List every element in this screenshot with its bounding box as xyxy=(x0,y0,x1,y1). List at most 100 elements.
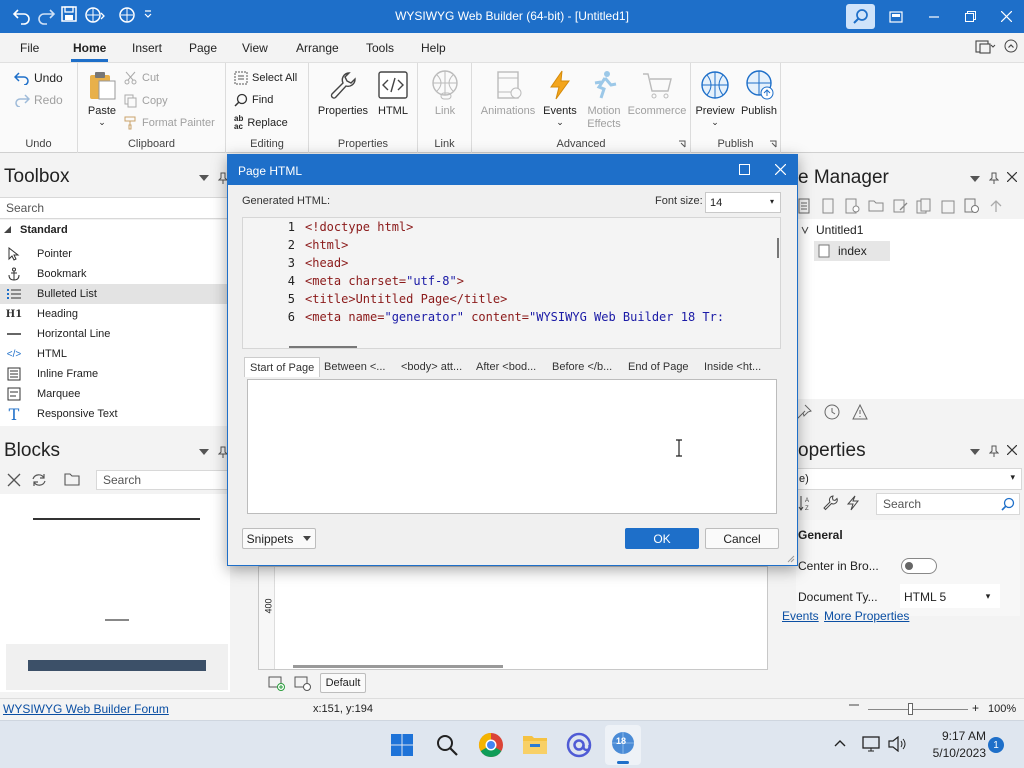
taskbar-search-icon[interactable] xyxy=(435,733,459,757)
breakpoint-settings-icon[interactable] xyxy=(294,675,312,691)
properties-menu-icon[interactable] xyxy=(970,449,980,455)
site-manager-menu-icon[interactable] xyxy=(970,176,980,182)
document-type-dropdown-icon[interactable]: ▾ xyxy=(976,584,1000,608)
center-in-browser-toggle[interactable] xyxy=(901,558,937,574)
toolbox-section-standard[interactable]: Standard xyxy=(4,224,68,236)
forum-link[interactable]: WYSIWYG Web Builder Forum xyxy=(3,702,169,716)
folder-icon[interactable] xyxy=(64,472,80,486)
generated-html-code-view[interactable]: 1 <!doctype html> 2 <html> 3 <head> 4 <meta … xyxy=(242,217,781,349)
tab-start-of-page[interactable]: Start of Page xyxy=(244,357,321,377)
restore-button[interactable] xyxy=(952,0,988,33)
site-tree-root[interactable]: Untitled1 xyxy=(800,223,863,237)
windows-start-icon[interactable] xyxy=(390,733,414,757)
custom-html-editor[interactable] xyxy=(247,379,777,514)
file-explorer-icon[interactable] xyxy=(522,733,548,755)
notification-badge[interactable]: 1 xyxy=(988,737,1004,753)
tab-end-of-page[interactable]: End of Page xyxy=(628,357,689,377)
ecommerce-button[interactable]: Ecommerce xyxy=(626,69,688,117)
site-tree-page-index[interactable]: index xyxy=(814,241,890,261)
properties-search-input[interactable]: Search xyxy=(876,493,1020,515)
toolbox-menu-icon[interactable] xyxy=(199,175,209,181)
object-selector-dropdown[interactable]: e) ▾ xyxy=(796,468,1022,490)
toolbox-item-horizontal-line[interactable]: Horizontal Line xyxy=(0,324,228,344)
move-up-icon[interactable] xyxy=(988,198,1004,214)
maximize-icon[interactable] xyxy=(739,164,750,175)
menu-insert[interactable]: Insert xyxy=(132,41,162,55)
chrome-icon[interactable] xyxy=(478,732,504,758)
tab-inside-html[interactable]: Inside <ht... xyxy=(704,357,761,377)
font-size-dropdown[interactable]: 14 ▾ xyxy=(705,192,781,213)
clock[interactable]: 9:17 AM 5/10/2023 xyxy=(916,729,986,760)
code-vertical-scrollbar[interactable] xyxy=(777,238,779,258)
edit-page-icon[interactable] xyxy=(892,198,908,214)
add-breakpoint-icon[interactable] xyxy=(268,675,286,691)
more-properties-link[interactable]: More Properties xyxy=(824,609,909,623)
menu-tools[interactable]: Tools xyxy=(366,41,394,55)
show-hidden-icons-icon[interactable] xyxy=(834,739,846,747)
warning-icon[interactable] xyxy=(852,404,868,420)
tab-between-head[interactable]: Between <... xyxy=(324,357,385,377)
menu-view[interactable]: View xyxy=(242,41,268,55)
preview-button[interactable]: Preview ⌄ xyxy=(695,69,735,128)
properties-pin-icon[interactable] xyxy=(989,445,999,457)
email-client-icon[interactable] xyxy=(566,732,592,758)
window-options-icon[interactable] xyxy=(975,39,997,55)
menu-file[interactable]: File xyxy=(20,41,39,55)
design-canvas[interactable]: 400 xyxy=(258,566,768,670)
refresh-icon[interactable] xyxy=(31,472,47,488)
replace-button[interactable]: ab ac Replace xyxy=(234,115,288,131)
toolbox-item-inline-frame[interactable]: Inline Frame xyxy=(0,364,228,384)
page-icon[interactable] xyxy=(820,198,836,214)
zoom-out-icon[interactable] xyxy=(849,704,859,706)
tab-before-body-end[interactable]: Before </b... xyxy=(552,357,612,377)
menu-help[interactable]: Help xyxy=(421,41,446,55)
advanced-launcher-icon[interactable] xyxy=(678,140,686,148)
site-manager-close-icon[interactable] xyxy=(1007,172,1017,182)
publish-button[interactable]: Publish xyxy=(739,69,779,117)
network-icon[interactable] xyxy=(862,736,880,752)
menu-home[interactable]: Home xyxy=(70,41,109,62)
page-properties-icon[interactable] xyxy=(964,198,980,214)
ok-button[interactable]: OK xyxy=(625,528,699,549)
block-preview-text[interactable] xyxy=(105,619,129,621)
animations-button[interactable]: Animations xyxy=(478,69,538,117)
events-link[interactable]: Events xyxy=(782,609,819,623)
default-breakpoint-button[interactable]: Default xyxy=(320,673,366,693)
toolbox-item-pointer[interactable]: Pointer xyxy=(0,244,228,264)
cut-button[interactable]: Cut xyxy=(124,71,159,85)
new-page-icon[interactable] xyxy=(796,198,812,214)
clock-icon[interactable] xyxy=(824,404,840,420)
delete-page-icon[interactable] xyxy=(940,198,956,214)
tab-body-attributes[interactable]: <body> att... xyxy=(401,357,462,377)
wrench-small-icon[interactable] xyxy=(822,495,838,511)
duplicate-page-icon[interactable] xyxy=(916,198,932,214)
properties-close-icon[interactable] xyxy=(1007,445,1017,455)
lightning-small-icon[interactable] xyxy=(846,495,860,511)
zoom-slider[interactable] xyxy=(868,709,968,710)
minimize-button[interactable] xyxy=(916,0,952,33)
format-painter-button[interactable]: Format Painter xyxy=(124,116,215,130)
close-button[interactable] xyxy=(988,0,1024,33)
zoom-slider-thumb[interactable] xyxy=(908,703,913,715)
cancel-button[interactable]: Cancel xyxy=(705,528,779,549)
paste-button[interactable]: Paste ⌄ xyxy=(82,69,122,128)
dialog-close-icon[interactable] xyxy=(775,164,786,175)
properties-button[interactable]: Properties xyxy=(315,69,371,117)
events-button[interactable]: Events ⌄ xyxy=(540,69,580,128)
zoom-in-icon[interactable]: + xyxy=(972,701,979,715)
close-icon[interactable] xyxy=(7,473,21,487)
toolbox-item-marquee[interactable]: Marquee xyxy=(0,384,228,404)
toolbox-search-input[interactable]: Search xyxy=(0,197,230,219)
find-button[interactable]: Find xyxy=(234,93,273,107)
resize-grip-icon[interactable] xyxy=(787,555,795,563)
menu-page[interactable]: Page xyxy=(189,41,217,55)
volume-icon[interactable] xyxy=(888,736,906,752)
site-manager-pin-icon[interactable] xyxy=(989,172,999,184)
code-horizontal-scrollbar[interactable] xyxy=(289,346,357,348)
sort-az-icon[interactable]: AZ xyxy=(798,495,814,511)
copy-button[interactable]: Copy xyxy=(124,94,168,108)
block-preview-line[interactable] xyxy=(33,518,200,520)
tab-after-body[interactable]: After <bod... xyxy=(476,357,536,377)
collapse-ribbon-icon[interactable] xyxy=(1004,39,1018,53)
toolbox-item-responsive-text[interactable]: T Responsive Text xyxy=(0,404,228,424)
